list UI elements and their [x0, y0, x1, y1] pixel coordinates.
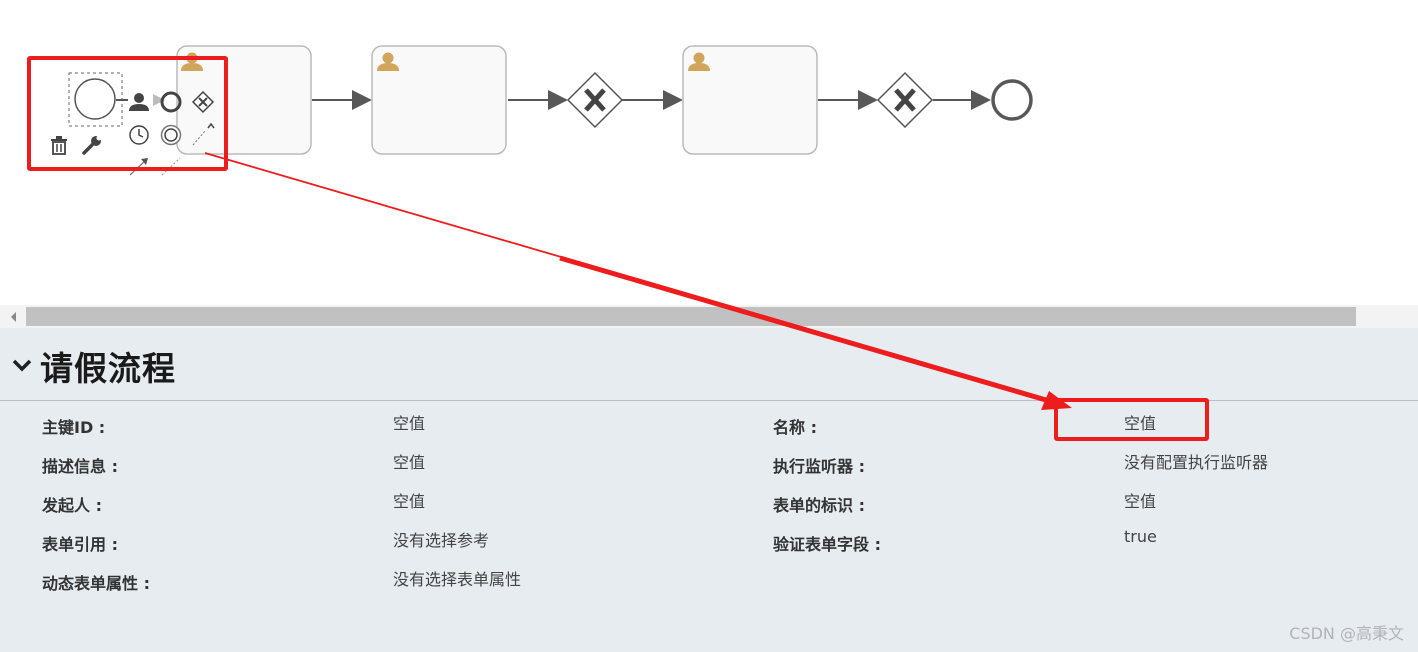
properties-panel: 请假流程 主键ID : 空值 描述信息 : 空值 发起人 : 空值 表单引用 :…: [0, 328, 1418, 652]
property-value-form-reference[interactable]: 没有选择参考: [393, 527, 489, 551]
property-label-validate-form-fields: 验证表单字段 :: [773, 535, 881, 554]
property-value-description[interactable]: 空值: [393, 449, 425, 473]
property-label-execution-listeners: 执行监听器 :: [773, 457, 865, 476]
property-label-form-key: 表单的标识 :: [773, 496, 865, 515]
property-label-name: 名称 :: [773, 418, 817, 437]
user-task-3[interactable]: [682, 45, 818, 155]
exclusive-gateway-icon[interactable]: [876, 71, 934, 129]
property-label-form-reference: 表单引用 :: [42, 535, 118, 554]
panel-header: 请假流程: [0, 328, 1418, 401]
property-label-form-properties: 动态表单属性 :: [42, 574, 150, 593]
property-value-validate-form-fields[interactable]: true: [1124, 527, 1157, 546]
exclusive-gateway-icon[interactable]: [566, 71, 624, 129]
property-value-form-properties[interactable]: 没有选择表单属性: [393, 566, 521, 590]
property-label-initiator: 发起人 :: [42, 496, 102, 515]
annotation-box-name-field: [1054, 398, 1209, 441]
process-title: 请假流程: [40, 349, 176, 388]
property-value-id[interactable]: 空值: [393, 410, 425, 434]
property-value-initiator[interactable]: 空值: [393, 488, 425, 512]
watermark: CSDN @高秉文: [1289, 624, 1404, 643]
end-event[interactable]: [991, 79, 1033, 121]
horizontal-scrollbar[interactable]: [0, 305, 1418, 328]
scroll-left-icon[interactable]: [4, 305, 22, 328]
property-label-description: 描述信息 :: [42, 457, 118, 476]
property-label-id: 主键ID :: [42, 418, 106, 437]
scrollbar-thumb[interactable]: [26, 307, 1356, 326]
property-value-execution-listeners[interactable]: 没有配置执行监听器: [1124, 449, 1268, 473]
property-value-form-key[interactable]: 空值: [1124, 488, 1156, 512]
annotation-box-context-pad: [27, 56, 228, 171]
chevron-down-icon[interactable]: [11, 355, 33, 375]
user-task-2[interactable]: [371, 45, 507, 155]
